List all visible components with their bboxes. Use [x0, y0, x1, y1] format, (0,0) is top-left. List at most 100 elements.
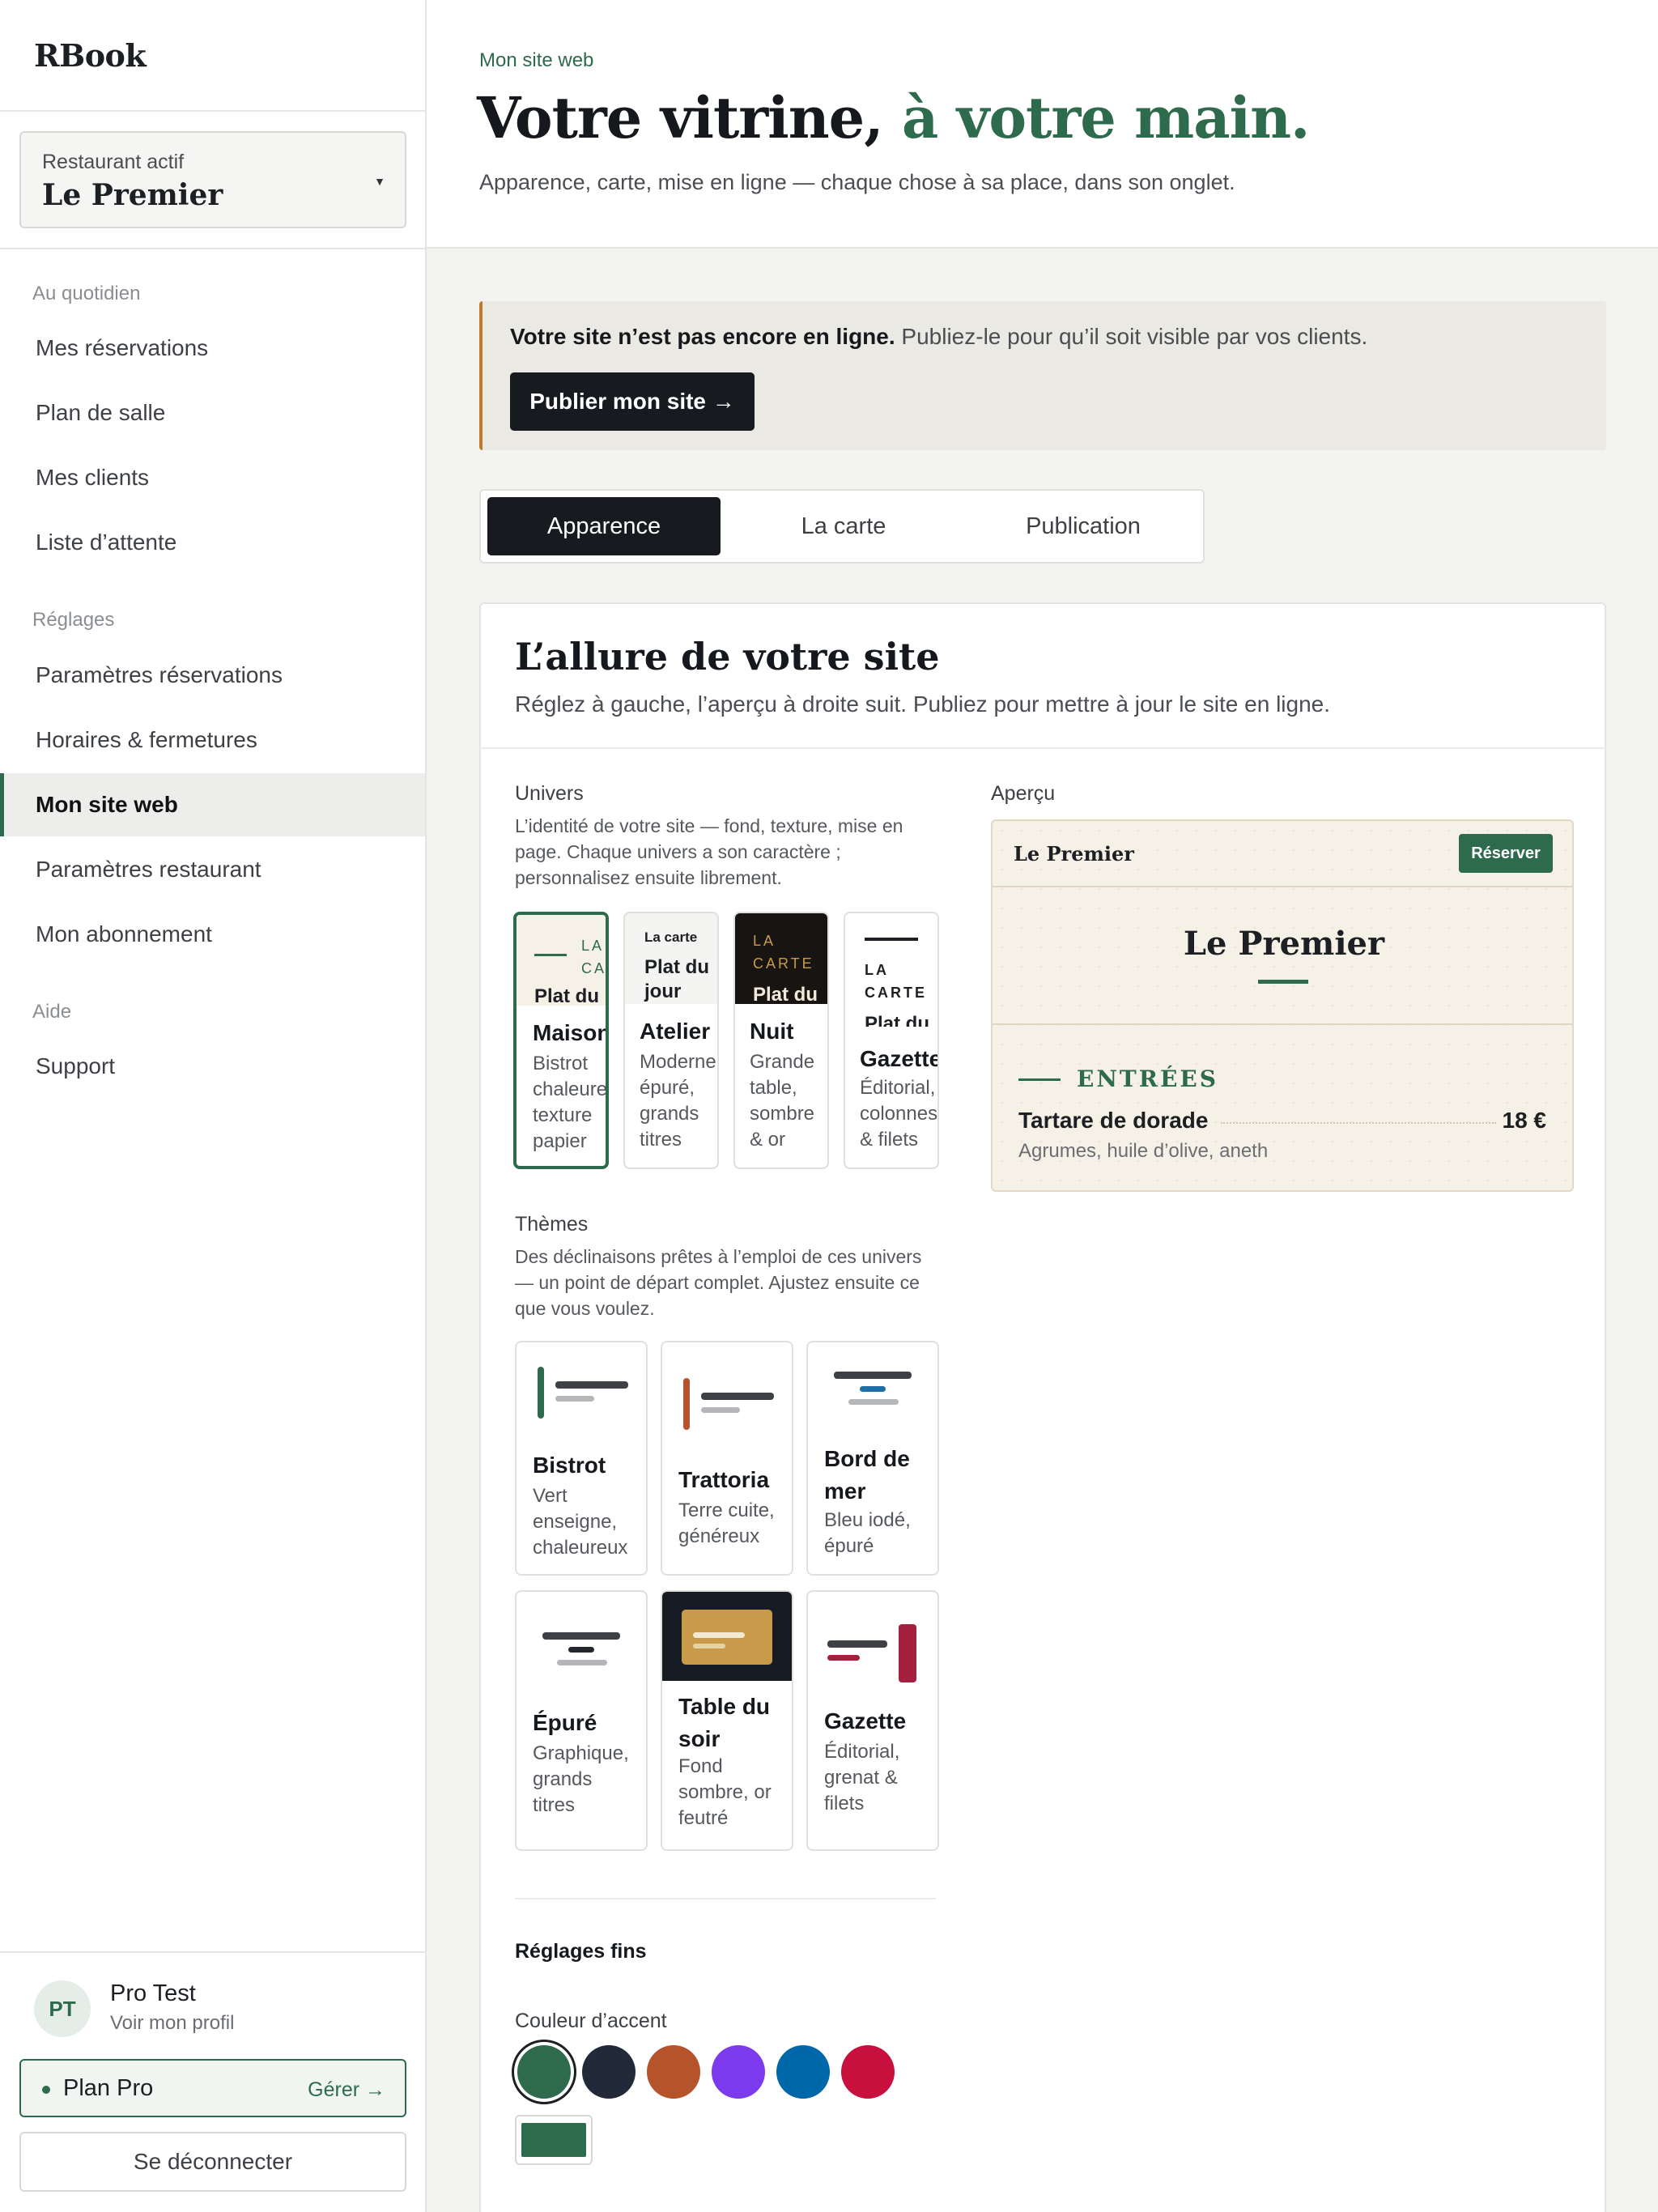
restaurant-selector[interactable]: Restaurant actif Le Premier ▼: [19, 131, 406, 228]
univers-preview-label: La carte: [644, 929, 698, 945]
univers-name: Atelier: [640, 1019, 711, 1044]
custom-color-fill: [521, 2123, 586, 2157]
card-title: L’allure de votre site: [515, 635, 940, 678]
accent-swatch-violet[interactable]: [712, 2045, 765, 2099]
theme-name: Table du soir: [678, 1694, 771, 1751]
accent-swatch-crimson[interactable]: [841, 2045, 895, 2099]
page-title-accent: à votre main.: [901, 84, 1310, 151]
preview-title: Le Premier: [1183, 925, 1385, 963]
restaurant-selector-label: Restaurant actif: [42, 151, 185, 173]
preview-site-name: Le Premier: [1014, 842, 1134, 866]
sidebar-item-clients[interactable]: Mes clients: [0, 446, 425, 509]
theme-tile-table-du-soir[interactable]: Table du soir Fond sombre, or feutré: [661, 1590, 793, 1851]
accent-color-label: Couleur d’accent: [515, 2010, 667, 2032]
univers-preview: LA CARTE Plat du jour: [845, 913, 937, 1027]
univers-preview: La carte Plat du jour: [625, 913, 717, 1004]
preview-dish-price: 18 €: [1502, 1108, 1547, 1133]
themes-label: Thèmes: [515, 1213, 589, 1236]
preview-dish-desc: Agrumes, huile d’olive, aneth: [1018, 1140, 1269, 1162]
avatar[interactable]: PT: [34, 1980, 91, 2037]
restaurant-selector-value: Le Premier: [42, 178, 223, 212]
divider: [515, 1898, 936, 1899]
page-header: Mon site web Votre vitrine, à votre main…: [427, 0, 1658, 249]
tab-menu[interactable]: La carte: [727, 497, 960, 555]
banner-message: Votre site n’est pas encore en ligne. Pu…: [510, 324, 1367, 350]
accent-swatch-navy[interactable]: [582, 2045, 636, 2099]
sidebar-item-floor-plan[interactable]: Plan de salle: [0, 381, 425, 445]
accent-swatch-terracotta[interactable]: [647, 2045, 700, 2099]
custom-color-picker[interactable]: [515, 2115, 593, 2165]
univers-preview-text: Plat du: [753, 984, 818, 1004]
theme-accent-bar: [538, 1367, 544, 1419]
theme-line: [848, 1399, 899, 1405]
univers-desc: Éditorial, colonnes & filets: [860, 1077, 938, 1151]
page-subtitle: Apparence, carte, mise en ligne — chaque…: [479, 170, 1235, 194]
sidebar-item-support[interactable]: Support: [0, 1035, 425, 1098]
univers-tile-atelier[interactable]: La carte Plat du jour Atelier Moderne ép…: [623, 912, 719, 1169]
site-preview: Le Premier Réserver Le Premier ENTRÉES T…: [991, 819, 1574, 1192]
theme-tile-bord-de-mer[interactable]: Bord de mer Bleu iodé, épuré: [806, 1341, 939, 1576]
tab-appearance[interactable]: Apparence: [487, 497, 721, 555]
page-eyebrow: Mon site web: [479, 49, 594, 71]
univers-preview-text: Plat du jour: [865, 1013, 930, 1027]
preview-dish-name: Tartare de dorade: [1018, 1108, 1209, 1133]
theme-name: Trattoria: [678, 1467, 770, 1492]
nav-section-title: Aide: [32, 1001, 72, 1023]
sidebar-item-hours[interactable]: Horaires & fermetures: [0, 708, 425, 772]
appearance-card: L’allure de votre site Réglez à gauche, …: [479, 602, 1606, 2212]
divider: [993, 886, 1572, 887]
theme-name: Bistrot: [533, 1453, 606, 1478]
unpublished-banner: Votre site n’est pas encore en ligne. Pu…: [479, 301, 1606, 450]
banner-bold: Votre site n’est pas encore en ligne.: [510, 324, 895, 349]
sidebar-item-website[interactable]: Mon site web: [0, 773, 425, 836]
sidebar-item-restaurant-settings[interactable]: Paramètres restaurant: [0, 838, 425, 901]
sidebar-item-subscription[interactable]: Mon abonnement: [0, 903, 425, 966]
sidebar-item-reservations[interactable]: Mes réservations: [0, 317, 425, 380]
theme-accent-bar: [568, 1647, 594, 1653]
preview-book-button[interactable]: Réserver: [1459, 834, 1553, 873]
univers-preview-label: LA CA: [581, 938, 606, 976]
publish-button[interactable]: Publier mon site →: [510, 372, 755, 431]
univers-tile-maison[interactable]: LA CA Plat du jour Maison Bistrot chaleu…: [513, 912, 609, 1169]
plan-card[interactable]: Plan Pro Gérer →: [19, 2059, 406, 2117]
tab-bar: Apparence La carte Publication: [479, 489, 1205, 564]
profile-link[interactable]: Voir mon profil: [110, 2012, 234, 2035]
sidebar-item-reservation-settings[interactable]: Paramètres réservations: [0, 644, 425, 707]
univers-desc: Moderne épuré, grands titres: [640, 1051, 716, 1151]
tab-publication[interactable]: Publication: [967, 497, 1200, 555]
theme-tile-gazette[interactable]: Gazette Éditorial, grenat & filets: [806, 1590, 939, 1851]
divider: [0, 110, 425, 112]
univers-name: Nuit: [750, 1019, 794, 1044]
theme-name: Bord de mer: [824, 1446, 910, 1504]
theme-accent-bar: [860, 1386, 886, 1392]
theme-accent-block: [899, 1624, 916, 1682]
univers-tile-gazette[interactable]: LA CARTE Plat du jour Gazette Éditorial,…: [844, 912, 939, 1169]
decor-rule: [1018, 1078, 1061, 1081]
theme-tile-bistrot[interactable]: Bistrot Vert enseigne, chaleureux: [515, 1341, 648, 1576]
logout-button[interactable]: Se déconnecter: [19, 2132, 406, 2192]
theme-tile-epure[interactable]: Épuré Graphique, grands titres: [515, 1590, 648, 1851]
univers-label: Univers: [515, 782, 584, 805]
preview-section-title: ENTRÉES: [1077, 1066, 1218, 1092]
manage-plan-link[interactable]: Gérer →: [308, 2078, 385, 2102]
theme-name: Gazette: [824, 1708, 907, 1733]
accent-swatch-blue[interactable]: [776, 2045, 830, 2099]
univers-preview: LA CA Plat du jour: [517, 915, 606, 1006]
status-dot-icon: [42, 2086, 50, 2094]
decor-rule: [1258, 980, 1308, 984]
theme-tile-trattoria[interactable]: Trattoria Terre cuite, généreux: [661, 1341, 793, 1576]
page-title: Votre vitrine, à votre main.: [477, 84, 1310, 151]
theme-accent-bar: [827, 1655, 860, 1661]
theme-line: [701, 1393, 774, 1400]
univers-tile-nuit[interactable]: LA CARTE Plat du Nuit Grande table, somb…: [733, 912, 829, 1169]
decor-rule: [865, 938, 918, 941]
theme-line: [555, 1381, 628, 1389]
decor-rule: [534, 954, 567, 956]
theme-desc: Terre cuite, généreux: [678, 1499, 775, 1547]
theme-line: [542, 1632, 620, 1640]
app-logo[interactable]: RBook: [34, 37, 147, 74]
accent-swatch-green[interactable]: [517, 2045, 571, 2099]
theme-line: [701, 1407, 740, 1413]
sidebar-item-waitlist[interactable]: Liste d’attente: [0, 511, 425, 574]
profile-name: Pro Test: [110, 1980, 196, 2006]
